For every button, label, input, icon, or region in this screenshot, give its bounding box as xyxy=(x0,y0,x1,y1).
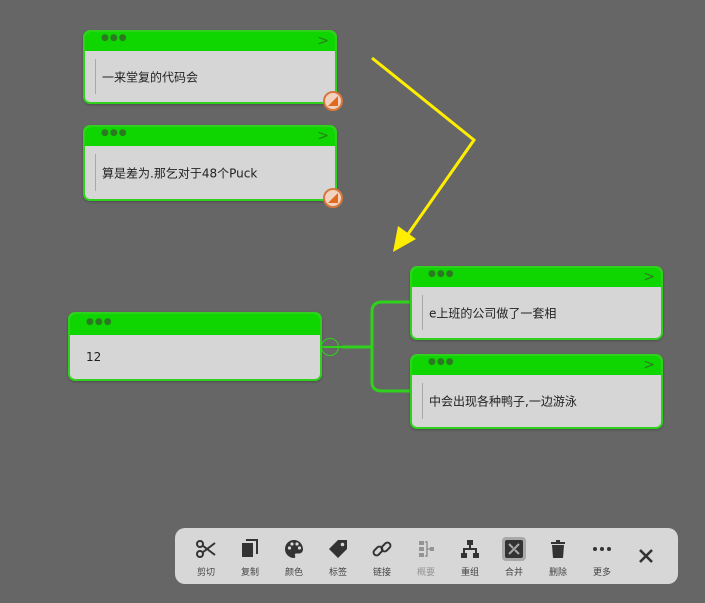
merge-icon xyxy=(502,537,526,561)
delete-button[interactable]: 删除 xyxy=(538,528,578,584)
drag-handle-icon[interactable]: ●●● xyxy=(428,270,455,279)
tag-label: 标签 xyxy=(328,568,347,578)
node-text[interactable]: 一来堂复的代码会 xyxy=(102,68,198,85)
summary-button[interactable]: 概要 xyxy=(406,528,446,584)
delete-label: 删除 xyxy=(548,568,567,578)
palette-icon xyxy=(282,537,306,561)
more-button[interactable]: 更多 xyxy=(582,528,622,584)
tag-icon xyxy=(326,537,350,561)
trash-icon xyxy=(546,537,570,561)
node-header[interactable]: ●●● > xyxy=(412,356,661,375)
collapse-toggle-icon[interactable] xyxy=(321,338,339,356)
copy-button[interactable]: 复制 xyxy=(230,528,270,584)
mindmap-child-node[interactable]: ●●● > 中会出现各种鸭子,一边游泳 xyxy=(410,354,663,429)
summary-label: 概要 xyxy=(416,568,435,578)
node-header[interactable]: ●●● > xyxy=(85,127,335,146)
close-button[interactable] xyxy=(626,528,666,584)
mindmap-root-node[interactable]: ●●● 12 xyxy=(68,312,322,381)
more-label: 更多 xyxy=(592,568,611,578)
arrow-annotation xyxy=(371,56,477,252)
regroup-label: 重组 xyxy=(460,568,479,578)
link-button[interactable]: 链接 xyxy=(362,528,402,584)
node-text[interactable]: e上班的公司做了一套相 xyxy=(429,304,556,321)
mindmap-child-node[interactable]: ●●● > e上班的公司做了一套相 xyxy=(410,266,663,340)
node-text[interactable]: 12 xyxy=(86,350,101,364)
link-label: 链接 xyxy=(372,568,391,578)
summary-icon xyxy=(414,537,438,561)
text-cursor xyxy=(95,59,96,94)
regroup-button[interactable]: 重组 xyxy=(450,528,490,584)
more-icon xyxy=(590,537,614,561)
tag-button[interactable]: 标签 xyxy=(318,528,358,584)
copy-label: 复制 xyxy=(240,568,259,578)
close-icon xyxy=(634,544,658,568)
attachment-badge-icon[interactable] xyxy=(323,91,343,111)
color-button[interactable]: 颜色 xyxy=(274,528,314,584)
node-header[interactable]: ●●● > xyxy=(85,32,335,51)
node-header[interactable]: ●●● > xyxy=(412,268,661,287)
chevron-right-icon[interactable]: > xyxy=(643,269,655,285)
node-text[interactable]: 中会出现各种鸭子,一边游泳 xyxy=(429,393,577,410)
mindmap-node[interactable]: ●●● > 一来堂复的代码会 xyxy=(83,30,337,104)
node-text[interactable]: 算是差为.那乞对于48个Puck xyxy=(102,164,257,181)
chevron-right-icon[interactable]: > xyxy=(643,357,655,373)
bottom-toolbar: 剪切 复制 颜色 标签 链接 概要 重组 合并 删除 更多 xyxy=(175,528,678,584)
drag-handle-icon[interactable]: ●●● xyxy=(101,34,128,43)
chevron-right-icon[interactable]: > xyxy=(317,33,329,49)
attachment-badge-icon[interactable] xyxy=(323,188,343,208)
mindmap-node[interactable]: ●●● > 算是差为.那乞对于48个Puck xyxy=(83,125,337,201)
color-label: 颜色 xyxy=(284,568,303,578)
text-cursor xyxy=(422,295,423,330)
cut-button[interactable]: 剪切 xyxy=(186,528,226,584)
text-cursor xyxy=(422,383,423,419)
node-header[interactable]: ●●● xyxy=(70,314,320,335)
link-icon xyxy=(370,537,394,561)
scissors-icon xyxy=(194,537,218,561)
text-cursor xyxy=(95,154,96,191)
merge-label: 合并 xyxy=(504,568,523,578)
chevron-right-icon[interactable]: > xyxy=(317,128,329,144)
merge-button[interactable]: 合并 xyxy=(494,528,534,584)
drag-handle-icon[interactable]: ●●● xyxy=(428,358,455,367)
cut-label: 剪切 xyxy=(196,568,215,578)
hierarchy-icon xyxy=(458,537,482,561)
drag-handle-icon[interactable]: ●●● xyxy=(86,318,113,327)
copy-icon xyxy=(238,537,262,561)
drag-handle-icon[interactable]: ●●● xyxy=(101,129,128,138)
